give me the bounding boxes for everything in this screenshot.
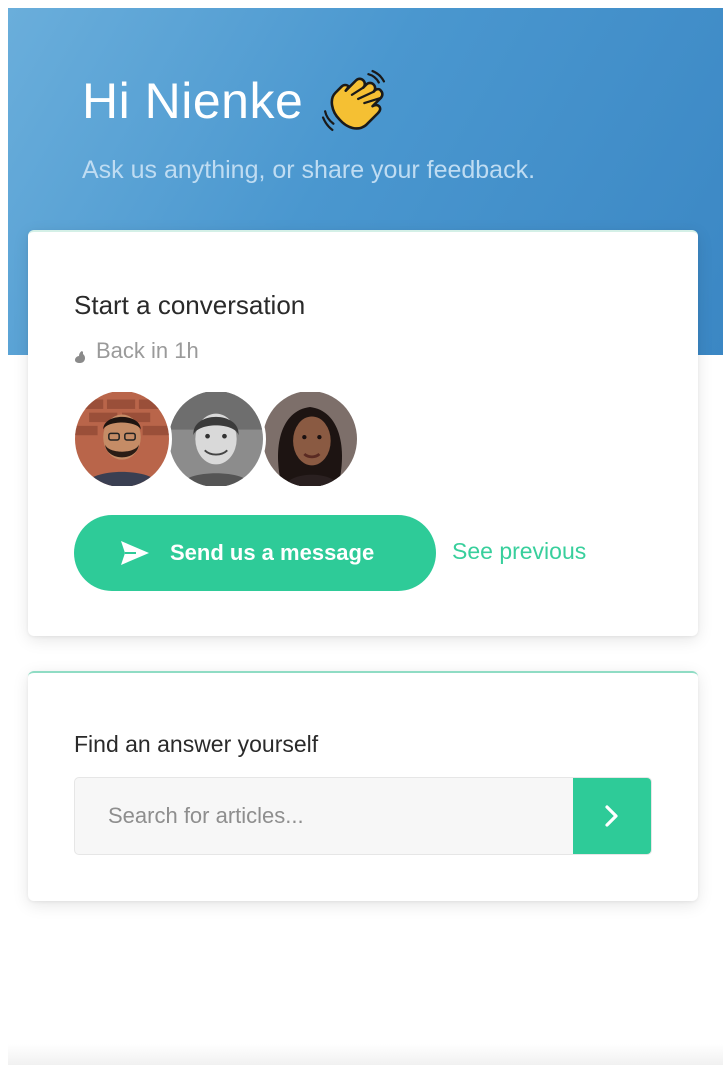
bottom-bar (8, 1044, 723, 1065)
search-input[interactable] (75, 778, 573, 854)
team-avatars (72, 388, 372, 492)
status-text: Back in 1h (96, 338, 199, 363)
greeting-text: Hi Nienke (82, 73, 304, 129)
header-subtitle: Ask us anything, or share your feedback. (82, 156, 536, 184)
search-title: Find an answer yourself (74, 731, 319, 757)
find-answer-card: Find an answer yourself (28, 671, 698, 901)
search-box (74, 777, 652, 855)
avatar (72, 388, 172, 490)
greeting-heading: Hi Nienke (82, 68, 387, 134)
send-message-label: Send us a message (170, 540, 375, 565)
avatar (260, 388, 360, 490)
clock-icon (74, 344, 86, 363)
start-conversation-card: Start a conversation Back in 1h Send us … (28, 230, 698, 636)
avatar (166, 388, 266, 490)
response-time-status: Back in 1h (74, 338, 199, 364)
see-previous-link[interactable]: See previous (452, 538, 586, 565)
search-submit-button[interactable] (573, 778, 651, 854)
waving-hand-icon (321, 68, 387, 134)
send-arrow-icon (120, 540, 150, 566)
conversation-title: Start a conversation (74, 290, 306, 320)
send-message-button[interactable]: Send us a message (74, 515, 436, 591)
chevron-right-icon (605, 805, 618, 827)
